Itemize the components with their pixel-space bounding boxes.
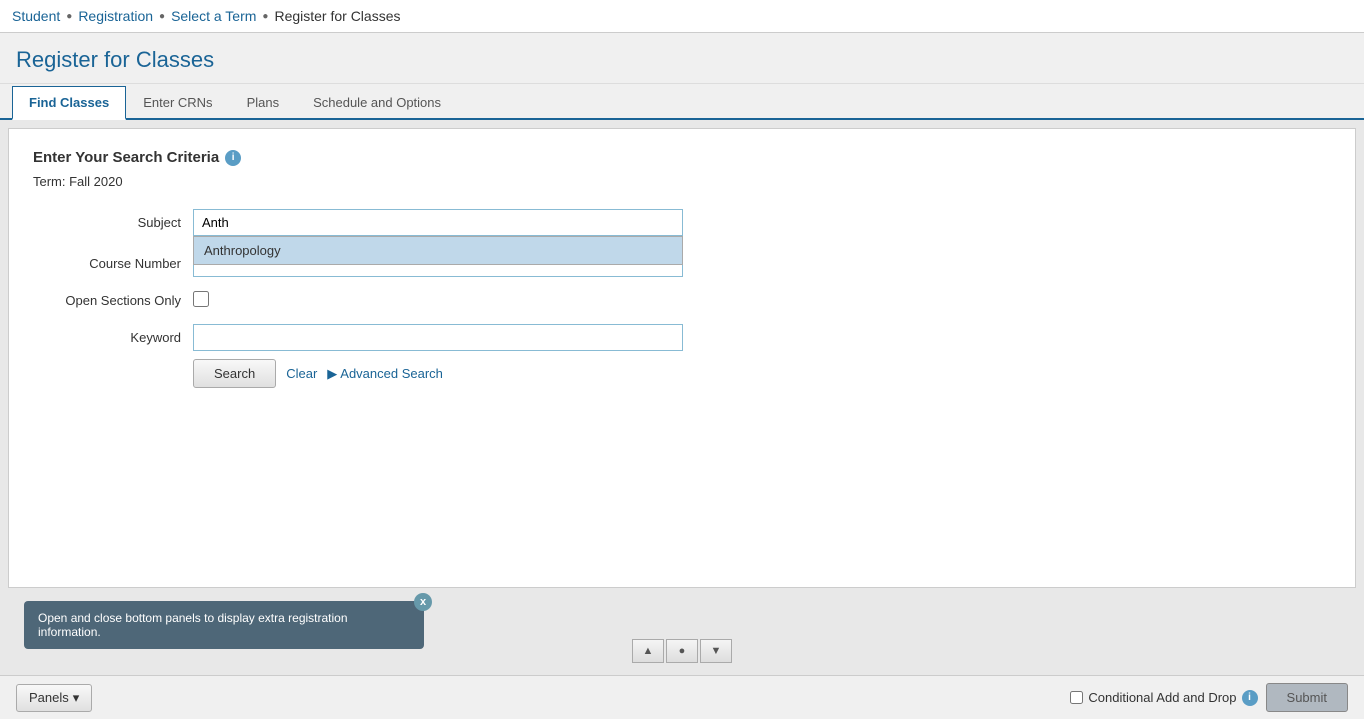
- breadcrumb-current: Register for Classes: [274, 8, 400, 24]
- keyword-input[interactable]: [193, 324, 683, 351]
- tooltip-overlay: x Open and close bottom panels to displa…: [24, 601, 424, 649]
- scroll-mid-button[interactable]: ●: [666, 639, 698, 663]
- breadcrumb-sep-3: ●: [262, 11, 268, 22]
- conditional-info-icon[interactable]: i: [1242, 690, 1258, 706]
- conditional-add-drop-container: Conditional Add and Drop i: [1070, 690, 1257, 706]
- breadcrumb-registration[interactable]: Registration: [78, 8, 153, 24]
- bottom-bar: Panels ▾ Conditional Add and Drop i Subm…: [0, 675, 1364, 719]
- buttons-row: Search Clear ▶ Advanced Search: [33, 359, 1331, 388]
- advanced-search-link[interactable]: ▶ Advanced Search: [327, 366, 443, 382]
- conditional-add-drop-label: Conditional Add and Drop: [1088, 690, 1236, 705]
- search-button[interactable]: Search: [193, 359, 276, 388]
- panels-chevron-icon: ▾: [73, 690, 80, 706]
- keyword-field: [193, 324, 753, 351]
- tab-schedule-options[interactable]: Schedule and Options: [296, 86, 458, 120]
- breadcrumb-student[interactable]: Student: [12, 8, 60, 24]
- search-criteria-title: Enter Your Search Criteria: [33, 149, 219, 166]
- subject-field: Anthropology: [193, 209, 753, 236]
- subject-label: Subject: [33, 215, 193, 230]
- keyword-label: Keyword: [33, 330, 193, 345]
- tooltip-text: Open and close bottom panels to display …: [38, 611, 348, 639]
- subject-input[interactable]: [193, 209, 683, 236]
- tab-plans[interactable]: Plans: [230, 86, 297, 120]
- clear-button[interactable]: Clear: [286, 366, 317, 381]
- open-sections-label: Open Sections Only: [33, 293, 193, 308]
- bottom-right: Conditional Add and Drop i Submit: [1070, 683, 1348, 712]
- arrow-right-icon: ▶: [327, 366, 337, 382]
- panels-label: Panels: [29, 690, 69, 705]
- page-title: Register for Classes: [16, 47, 1348, 73]
- tooltip-close-button[interactable]: x: [414, 593, 432, 611]
- main-content: Enter Your Search Criteria i Term: Fall …: [8, 128, 1356, 588]
- breadcrumb-sep-2: ●: [159, 11, 165, 22]
- open-sections-checkbox[interactable]: [193, 291, 209, 307]
- tabs-bar: Find Classes Enter CRNs Plans Schedule a…: [0, 84, 1364, 120]
- advanced-search-label: Advanced Search: [340, 366, 443, 381]
- tab-find-classes[interactable]: Find Classes: [12, 86, 126, 120]
- autocomplete-item-anthropology[interactable]: Anthropology: [194, 237, 682, 264]
- open-sections-field: [193, 291, 753, 310]
- scroll-down-button[interactable]: ▼: [700, 639, 732, 663]
- course-number-label: Course Number: [33, 256, 193, 271]
- breadcrumb: Student ● Registration ● Select a Term ●…: [0, 0, 1364, 33]
- autocomplete-dropdown[interactable]: Anthropology: [193, 236, 683, 265]
- scroll-controls: ▲ ● ▼: [632, 639, 732, 663]
- submit-button[interactable]: Submit: [1266, 683, 1348, 712]
- breadcrumb-sep-1: ●: [66, 11, 72, 22]
- tab-enter-crns[interactable]: Enter CRNs: [126, 86, 229, 120]
- search-criteria-header: Enter Your Search Criteria i: [33, 149, 1331, 166]
- scroll-up-button[interactable]: ▲: [632, 639, 664, 663]
- panels-button[interactable]: Panels ▾: [16, 684, 92, 712]
- search-form: Subject Anthropology Course Number Open …: [33, 209, 753, 351]
- breadcrumb-select-term[interactable]: Select a Term: [171, 8, 256, 24]
- conditional-add-drop-checkbox[interactable]: [1070, 691, 1083, 704]
- term-label: Term: Fall 2020: [33, 174, 1331, 189]
- page-title-bar: Register for Classes: [0, 33, 1364, 84]
- info-icon[interactable]: i: [225, 150, 241, 166]
